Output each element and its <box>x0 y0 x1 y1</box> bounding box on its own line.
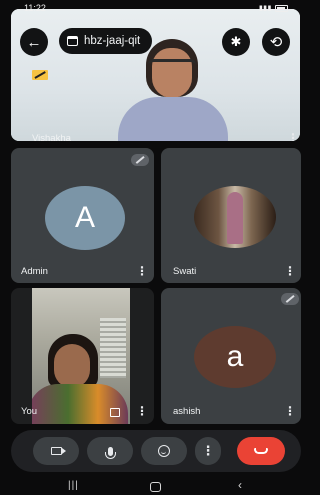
participant-tile-admin[interactable]: A Admin ⋮ <box>11 148 154 283</box>
participant-name: Swati <box>173 266 197 277</box>
meeting-code-button[interactable]: hbz-jaaj-qit <box>59 28 153 54</box>
participant-more-icon[interactable]: ⋮ <box>136 264 148 278</box>
camera-icon <box>50 447 66 455</box>
muted-mic-icon <box>281 293 299 305</box>
reactions-button[interactable] <box>141 437 187 465</box>
self-video <box>32 288 130 424</box>
back-button[interactable]: ← <box>20 28 48 56</box>
main-speaker-name: Vishakha <box>32 133 71 141</box>
muted-mic-icon <box>131 154 149 166</box>
headset-icon <box>148 59 196 65</box>
battery-icon <box>275 4 288 12</box>
participant-name: You <box>21 406 38 417</box>
camera-toggle-button[interactable] <box>33 437 79 465</box>
avatar <box>194 186 276 248</box>
more-options-button[interactable]: ⋮ <box>195 437 221 465</box>
end-call-button[interactable] <box>237 437 285 465</box>
bluetooth-icon: ✱ <box>230 34 242 49</box>
more-options-icon: ⋮ <box>201 443 215 458</box>
participant-more-icon[interactable]: ⋮ <box>284 264 296 278</box>
status-bar: 11:22 ▮▮▮ <box>0 0 302 16</box>
participant-name: Admin <box>21 266 48 277</box>
microphone-icon <box>104 446 116 459</box>
nav-back-icon[interactable]: ‹ <box>238 478 242 492</box>
recent-apps-icon[interactable]: ||| <box>68 480 79 491</box>
meeting-code: hbz-jaaj-qit <box>84 35 141 47</box>
participant-more-icon[interactable]: ⋮ <box>284 404 296 418</box>
call-control-bar: ⋮ <box>11 430 301 472</box>
back-arrow-icon: ← <box>26 33 42 51</box>
captions-off-icon <box>32 70 48 80</box>
system-navigation-bar: ||| ‹ <box>0 478 302 495</box>
avatar: a <box>194 326 276 388</box>
microphone-toggle-button[interactable] <box>87 437 133 465</box>
bluetooth-audio-button[interactable]: ✱ <box>222 28 250 56</box>
participant-tile-you[interactable]: You ⋮ <box>11 288 154 424</box>
switch-camera-icon: ⟲ <box>269 34 283 51</box>
main-speaker-tile[interactable]: Vishakha ⋮ <box>11 9 300 141</box>
participant-tile-ashish[interactable]: a ashish ⋮ <box>161 288 301 424</box>
avatar: A <box>45 186 125 250</box>
emoji-icon <box>158 445 170 457</box>
speaker-video <box>118 39 228 141</box>
participant-tile-swati[interactable]: Swati ⋮ <box>161 148 301 283</box>
status-icons: ▮▮▮ <box>259 4 288 12</box>
participant-name: ashish <box>173 406 201 417</box>
calendar-icon <box>67 36 78 46</box>
participant-more-icon[interactable]: ⋮ <box>136 404 148 418</box>
status-time: 11:22 <box>24 3 46 13</box>
end-call-icon <box>254 448 268 454</box>
self-view-icon <box>110 408 120 417</box>
home-icon[interactable] <box>150 482 161 492</box>
signal-icon: ▮▮▮ <box>258 5 272 12</box>
main-tile-more-icon[interactable]: ⋮ <box>287 131 299 141</box>
switch-camera-button[interactable]: ⟲ <box>262 28 290 56</box>
